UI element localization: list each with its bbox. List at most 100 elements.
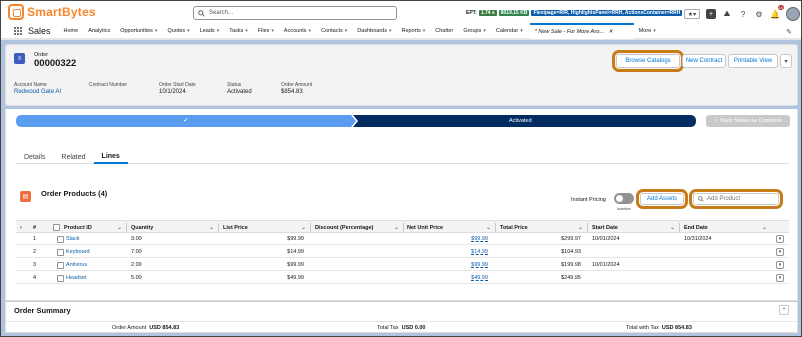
order-summary-title: Order Summary	[14, 306, 71, 315]
brand-logo[interactable]: SmartBytes	[8, 4, 96, 20]
collapse-chevron-up-icon[interactable]: ⌃	[779, 305, 789, 315]
notifications-bell-icon[interactable]: 🔔 14	[770, 5, 784, 19]
nav-tab-new-sale[interactable]: * New Sale - For More Ass... ✕	[529, 23, 634, 39]
edit-nav-pencil-icon[interactable]: ✎	[786, 28, 792, 36]
cell-total-price: $104.93	[561, 249, 581, 255]
global-actions-plus-icon[interactable]: +	[706, 9, 716, 19]
nav-item-groups[interactable]: Groups ▾	[458, 23, 491, 39]
nav-item-label: Reports	[401, 28, 421, 34]
row-checkbox[interactable]	[57, 259, 64, 271]
chevron-down-icon[interactable]: ▾	[309, 28, 312, 34]
nav-more-label: More	[638, 28, 652, 34]
cell-net-unit-price[interactable]: $99.99	[471, 259, 488, 271]
nav-item-accounts[interactable]: Accounts ▾	[279, 23, 316, 39]
nav-item-files[interactable]: Files ▾	[253, 23, 279, 39]
nav-item-contacts[interactable]: Contacts ▾	[316, 23, 352, 39]
cell-number: 2	[33, 249, 37, 255]
header-utility-icons: ★▾ + ⛰ ? ⚙ 🔔 14	[684, 5, 800, 21]
cell-number: 3	[33, 262, 37, 268]
cell-product-id[interactable]: Headset	[66, 272, 87, 284]
app-navigation-bar: Sales Home Analytics Opportunities ▾ Quotes ▾…	[0, 23, 802, 40]
chevron-down-icon[interactable]: ▾	[271, 28, 274, 34]
nav-tab-label: * New Sale - For More Ass...	[534, 29, 605, 35]
cell-total-price: $199.98	[561, 262, 581, 268]
nav-item-leads[interactable]: Leads ▾	[195, 23, 225, 39]
nav-item-label: Accounts	[283, 28, 307, 34]
cell-product-id[interactable]: Slack	[66, 233, 79, 245]
cell-net-unit-price[interactable]: $99.99	[471, 233, 488, 245]
nav-item-tasks[interactable]: Tasks ▾	[224, 23, 253, 39]
chevron-down-icon[interactable]: ▾	[155, 28, 158, 34]
nav-item-label: Leads	[199, 28, 215, 34]
row-actions-chevron-down-icon[interactable]: ▾	[776, 235, 784, 243]
chevron-down-icon[interactable]: ▾	[217, 28, 220, 34]
add-assets-button[interactable]: Add Assets	[636, 189, 688, 209]
status-path: ✓ Activated ✓ Mark Status as Complete	[5, 109, 798, 141]
mark-status-complete-button[interactable]: ✓ Mark Status as Complete	[706, 115, 790, 127]
chevron-down-icon[interactable]: ▾	[483, 28, 486, 34]
nav-item-analytics[interactable]: Analytics	[83, 23, 115, 39]
nav-item-reports[interactable]: Reports ▾	[396, 23, 430, 39]
order-amount-summary: Order Amount USD 854.83	[112, 322, 179, 333]
chevron-down-icon[interactable]: ▾	[389, 28, 392, 34]
browse-catalogs-button[interactable]: Browse Catalogs	[612, 50, 684, 72]
cell-product-id[interactable]: Antivirus	[66, 259, 87, 271]
nav-item-label: Quotes	[167, 28, 186, 34]
nav-item-label: Groups	[463, 28, 482, 34]
row-actions-chevron-down-icon[interactable]: ▾	[776, 274, 784, 282]
total-tax-value: USD 0.00	[401, 324, 426, 331]
chevron-down-icon[interactable]: ▾	[187, 28, 190, 34]
order-summary-totals: Order Amount USD 854.83 Total Tax USD 0.…	[6, 321, 797, 332]
record-tabs-panel: Details Related Lines ▤ Order Products (…	[5, 141, 798, 301]
ept-size: 8019.15 KB	[498, 10, 530, 16]
nav-more[interactable]: More ▾	[634, 23, 661, 39]
help-icon[interactable]: ?	[738, 9, 748, 19]
field-value-account-name[interactable]: Redwood Gate AI	[14, 89, 61, 95]
row-actions-chevron-down-icon[interactable]: ▾	[776, 248, 784, 256]
global-search-input[interactable]: Search...	[193, 6, 397, 20]
checkmark-icon: ✓	[183, 117, 189, 124]
row-actions-chevron-down-icon[interactable]: ▾	[776, 261, 784, 269]
nav-item-label: Contacts	[321, 28, 343, 34]
mark-status-label: Mark Status as Complete	[720, 118, 783, 124]
nav-item-opportunities[interactable]: Opportunities ▾	[115, 23, 162, 39]
notification-count-badge: 14	[777, 5, 784, 10]
add-product-input[interactable]: Add Product	[689, 189, 783, 209]
cell-net-unit-price[interactable]: $14.99	[471, 246, 488, 258]
tab-details[interactable]: Details	[16, 151, 53, 164]
field-label-order-amount: Order Amount	[281, 82, 313, 88]
app-launcher-icon[interactable]	[14, 26, 23, 36]
nav-item-label: Dashboards	[357, 28, 387, 34]
more-actions-chevron-down-icon[interactable]: ▾	[780, 54, 792, 68]
favorites-star-icon[interactable]: ★▾	[684, 9, 700, 19]
user-avatar[interactable]	[786, 7, 800, 21]
tab-lines[interactable]: Lines	[93, 151, 128, 164]
new-contract-button[interactable]: New Contract	[682, 54, 726, 68]
printable-view-button[interactable]: Printable View	[728, 54, 778, 68]
row-checkbox[interactable]	[57, 272, 64, 284]
cell-product-id[interactable]: Keyboard	[66, 246, 90, 258]
instant-pricing-toggle[interactable]	[614, 193, 634, 204]
nav-item-label: Files	[257, 28, 270, 34]
setup-gear-icon[interactable]: ⚙	[754, 9, 764, 19]
chevron-down-icon[interactable]: ▾	[520, 28, 523, 34]
nav-items: Home Analytics Opportunities ▾ Quotes ▾ Leads ▾…	[59, 23, 528, 39]
cell-net-unit-price[interactable]: $49.99	[471, 272, 488, 284]
close-icon[interactable]: ✕	[608, 29, 613, 35]
field-label-contract-number: Contract Number	[89, 82, 128, 88]
nav-item-calendar[interactable]: Calendar ▾	[491, 23, 528, 39]
nav-item-quotes[interactable]: Quotes ▾	[162, 23, 194, 39]
chevron-down-icon[interactable]: ▾	[245, 28, 248, 34]
row-checkbox[interactable]	[57, 246, 64, 258]
field-label-account-name: Account Name	[14, 82, 47, 88]
cell-total-price: $299.97	[561, 236, 581, 242]
chevron-down-icon[interactable]: ▾	[423, 28, 426, 34]
nav-item-chatter[interactable]: Chatter	[430, 23, 458, 39]
chevron-down-icon[interactable]: ▾	[345, 28, 348, 34]
tab-related[interactable]: Related	[53, 151, 93, 164]
nav-item-home[interactable]: Home	[59, 23, 84, 39]
nav-item-dashboards[interactable]: Dashboards ▾	[352, 23, 396, 39]
row-checkbox[interactable]	[57, 233, 64, 245]
trailhead-icon[interactable]: ⛰	[722, 9, 732, 19]
table-row: 4 Headset 5.00 $49.99 $49.99 $249.95 ▾	[16, 272, 789, 284]
